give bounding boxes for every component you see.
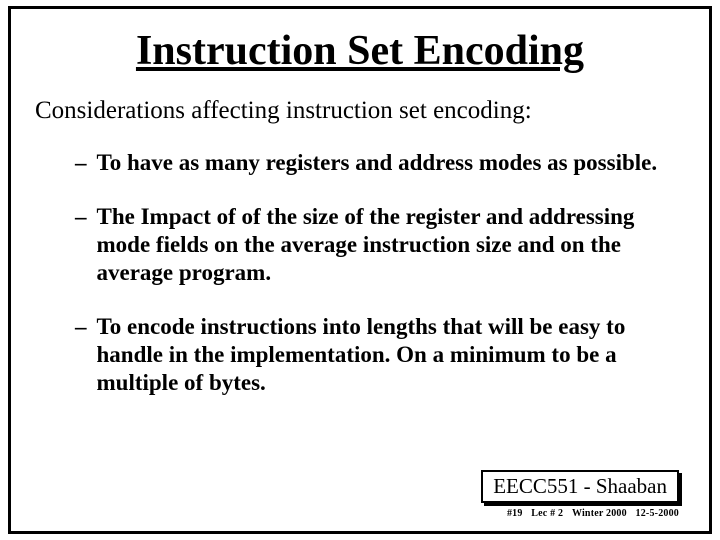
bullet-text: To have as many registers and address mo…: [97, 149, 678, 177]
bullet-text: The Impact of of the size of the registe…: [97, 203, 678, 287]
slide-title: Instruction Set Encoding: [35, 27, 685, 75]
dash-icon: –: [75, 313, 87, 397]
slide-frame: Instruction Set Encoding Considerations …: [8, 6, 712, 534]
list-item: – To have as many registers and address …: [75, 149, 677, 177]
dash-icon: –: [75, 149, 87, 177]
slide-subtitle: Considerations affecting instruction set…: [35, 97, 685, 125]
footer-course-box: EECC551 - Shaaban: [481, 470, 679, 503]
lecture-number: Lec # 2: [531, 508, 563, 519]
date-label: 12-5-2000: [636, 508, 679, 519]
footer-meta: #19 Lec # 2 Winter 2000 12-5-2000: [501, 508, 679, 519]
slide-number: #19: [507, 508, 523, 519]
bullet-list: – To have as many registers and address …: [35, 149, 685, 397]
dash-icon: –: [75, 203, 87, 287]
bullet-text: To encode instructions into lengths that…: [97, 313, 678, 397]
term-label: Winter 2000: [572, 508, 627, 519]
list-item: – The Impact of of the size of the regis…: [75, 203, 677, 287]
list-item: – To encode instructions into lengths th…: [75, 313, 677, 397]
